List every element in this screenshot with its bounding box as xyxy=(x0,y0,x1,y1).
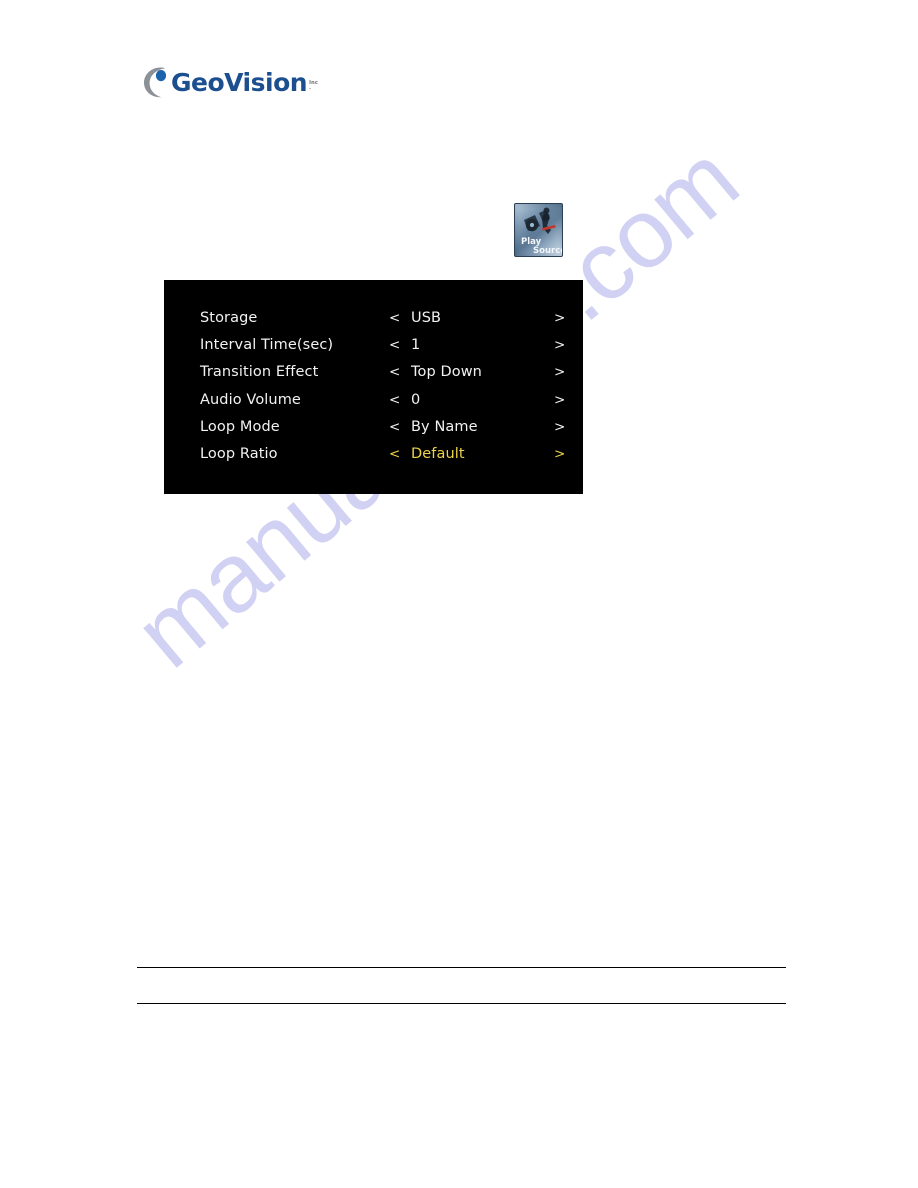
geovision-logo-mark-icon xyxy=(141,64,173,100)
osd-row-value: Default xyxy=(411,446,465,463)
geovision-logo-suffix-line2: . xyxy=(309,85,312,91)
chevron-left-icon[interactable]: < xyxy=(389,364,400,380)
chevron-left-icon[interactable]: < xyxy=(389,310,400,326)
osd-row-value: Top Down xyxy=(411,364,482,381)
osd-row-label: Audio Volume xyxy=(200,391,301,408)
osd-row-audio-volume[interactable]: Audio Volume <0 > xyxy=(164,386,583,413)
osd-row-label: Storage xyxy=(200,309,258,326)
chevron-right-icon[interactable]: > xyxy=(554,392,565,408)
osd-row-label: Loop Ratio xyxy=(200,446,278,463)
chevron-right-icon[interactable]: > xyxy=(554,337,565,353)
chevron-right-icon[interactable]: > xyxy=(554,419,565,435)
osd-row-value: 1 xyxy=(411,336,421,353)
chevron-right-icon[interactable]: > xyxy=(554,364,565,380)
geovision-wordmark: GeoVision xyxy=(171,67,308,97)
geovision-logo: GeoVision Inc . xyxy=(141,62,318,102)
chevron-right-icon[interactable]: > xyxy=(554,446,565,462)
osd-row-label: Interval Time(sec) xyxy=(200,336,334,353)
document-page: manualshive.com GeoVision Inc . xyxy=(0,0,918,1188)
osd-row-interval-time-sec[interactable]: Interval Time(sec) <1 > xyxy=(164,331,583,358)
footer-rule-bottom xyxy=(137,1003,786,1004)
osd-row-label: Transition Effect xyxy=(200,364,319,381)
osd-row-loop-ratio[interactable]: Loop Ratio < Default > xyxy=(164,440,583,467)
osd-row-value: By Name xyxy=(411,418,478,435)
footer-rule-top xyxy=(137,967,786,968)
osd-row-loop-mode[interactable]: Loop Mode < By Name > xyxy=(164,413,583,440)
play-source-icon[interactable]: Play Source xyxy=(514,203,563,257)
chevron-left-icon[interactable]: < xyxy=(389,392,400,408)
osd-row-storage[interactable]: Storage < USB > xyxy=(164,304,583,331)
play-source-caption-source: Source xyxy=(533,246,562,256)
osd-menu-rows: Storage < USB > Interval Time(sec) <1 > Transit… xyxy=(164,304,583,468)
chevron-left-icon[interactable]: < xyxy=(389,446,400,462)
chevron-left-icon[interactable]: < xyxy=(389,419,400,435)
chevron-right-icon[interactable]: > xyxy=(554,310,565,326)
osd-row-label: Loop Mode xyxy=(200,418,280,435)
osd-row-value: 0 xyxy=(411,391,421,408)
osd-settings-menu: Storage < USB > Interval Time(sec) <1 > Transit… xyxy=(164,280,583,494)
chevron-left-icon[interactable]: < xyxy=(389,337,400,353)
osd-row-transition-effect[interactable]: Transition Effect < Top Down > xyxy=(164,359,583,386)
osd-row-value: USB xyxy=(411,309,442,326)
geovision-logo-suffix: Inc . xyxy=(309,80,318,92)
